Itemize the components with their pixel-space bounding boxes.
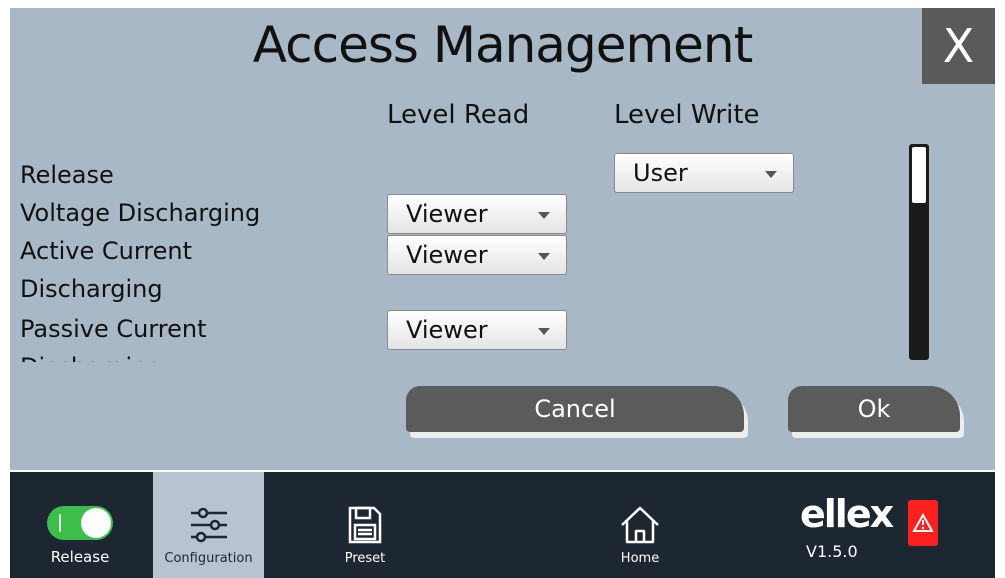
ok-button[interactable]: Ok <box>788 386 960 432</box>
dropdown-value: User <box>633 159 688 187</box>
dropdown-value: Viewer <box>406 200 488 228</box>
nav-home[interactable]: Home <box>605 472 675 578</box>
house-icon <box>621 506 659 544</box>
cancel-button[interactable]: Cancel <box>406 386 744 432</box>
chevron-down-icon <box>765 171 777 178</box>
nav-home-label: Home <box>620 551 660 566</box>
floppy-disk-icon <box>348 506 382 544</box>
bottom-navigation-bar: Release Configuration Preset Home ellex … <box>10 472 995 578</box>
dropdown-value: Viewer <box>406 241 488 269</box>
row-label-voltage-discharging: Voltage Discharging <box>20 199 261 227</box>
nav-release-label: Release <box>50 548 110 566</box>
passive-current-read-dropdown[interactable]: Viewer <box>387 310 567 350</box>
warning-triangle-icon <box>912 513 934 532</box>
nav-configuration-label: Configuration <box>164 551 253 566</box>
row-label-release: Release <box>20 161 114 189</box>
nav-preset-label: Preset <box>344 551 386 566</box>
active-current-read-dropdown[interactable]: Viewer <box>387 235 567 275</box>
row-label-line: Passive Current <box>20 315 207 343</box>
nav-configuration[interactable]: Configuration <box>153 472 264 578</box>
list-scrollbar[interactable] <box>909 144 929 360</box>
chevron-down-icon <box>538 212 550 219</box>
nav-preset[interactable]: Preset <box>310 472 420 578</box>
column-header-level-read: Level Read <box>387 100 530 130</box>
alarm-button[interactable] <box>908 500 938 546</box>
row-label-line: Discharging <box>20 275 163 303</box>
voltage-discharging-read-dropdown[interactable]: Viewer <box>387 194 567 234</box>
version-label: V1.5.0 <box>806 542 858 561</box>
row-label-line: Active Current <box>20 237 193 265</box>
close-button[interactable]: X <box>922 8 995 84</box>
access-list: Release User Voltage Discharging Viewer … <box>10 148 910 362</box>
row-label-passive-current-discharging: Passive Current Discharging <box>20 310 207 362</box>
brand-logo: ellex <box>800 492 894 536</box>
row-label-active-current-discharging: Active Current Discharging <box>20 232 192 308</box>
sliders-icon <box>190 507 227 543</box>
toggle-switch-icon[interactable] <box>47 506 113 540</box>
nav-release[interactable]: Release <box>10 472 150 578</box>
release-write-dropdown[interactable]: User <box>614 153 794 193</box>
row-label-line: Discharging <box>20 348 207 362</box>
chevron-down-icon <box>538 328 550 335</box>
dialog-title: Access Management <box>252 16 753 74</box>
access-management-dialog: Access Management X Level Read Level Wri… <box>10 8 995 470</box>
dropdown-value: Viewer <box>406 316 488 344</box>
chevron-down-icon <box>538 253 550 260</box>
column-header-level-write: Level Write <box>614 100 760 130</box>
scrollbar-thumb[interactable] <box>912 147 926 203</box>
